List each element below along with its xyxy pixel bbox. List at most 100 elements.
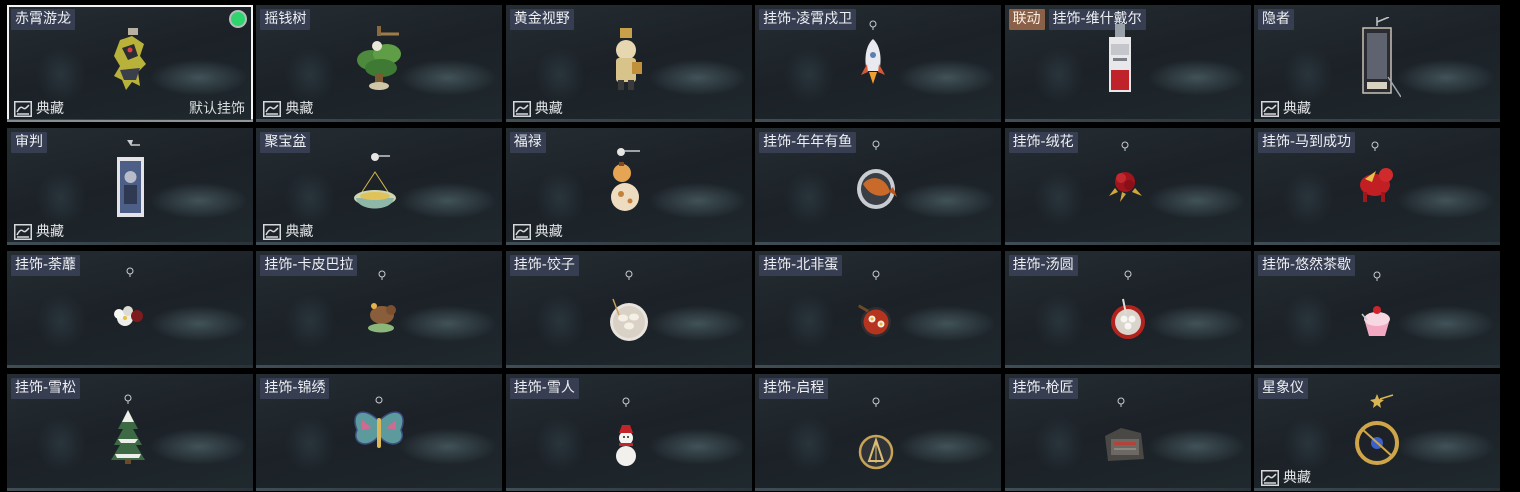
collection-label: 典藏 (285, 224, 314, 240)
collab-badge: 联动 (1008, 9, 1045, 30)
collection-badge: 典藏 (14, 224, 64, 240)
charm-name-label: 星象仪 (1257, 378, 1308, 399)
card-title-row: 挂饰-凌霄戍卫 (759, 9, 857, 30)
collection-icon (14, 224, 32, 240)
charm-card[interactable]: 挂饰-凌霄戍卫 (755, 5, 1002, 122)
card-title-row: 摇钱树 (260, 9, 311, 30)
red-horse-charm-icon (1350, 140, 1404, 224)
charm-card[interactable]: 隐者典藏 (1253, 5, 1500, 122)
charm-name-label: 挂饰-荼蘼 (11, 255, 81, 276)
charm-name-label: 挂饰-枪匠 (1008, 378, 1078, 399)
gourd-charm-icon (604, 145, 654, 225)
card-title-row: 隐者 (1257, 9, 1294, 30)
charm-card[interactable]: 审判典藏 (7, 128, 253, 245)
collection-label: 典藏 (1282, 470, 1311, 486)
charm-card[interactable]: 挂饰-年年有鱼 (755, 128, 1002, 245)
charm-card[interactable]: 挂饰-饺子 (505, 251, 752, 368)
charm-name-label: 挂饰-悠然茶歇 (1257, 255, 1356, 276)
capybara-charm-icon (357, 269, 407, 353)
charm-name-label: 挂饰-雪人 (509, 378, 579, 399)
charm-card[interactable]: 挂饰-绒花 (1004, 128, 1251, 245)
charm-name-label: 摇钱树 (260, 9, 311, 30)
butterfly-charm-icon (347, 395, 411, 475)
charm-name-label: 挂饰-绒花 (1008, 132, 1078, 153)
collection-badge: 典藏 (1260, 470, 1311, 486)
charm-card[interactable]: 星象仪典藏 (1253, 374, 1500, 491)
charm-card[interactable]: 挂饰-卡皮巴拉 (256, 251, 503, 368)
collection-icon (512, 101, 531, 117)
default-charm-label: 默认挂饰 (189, 101, 245, 117)
charm-name-label: 挂饰-启程 (759, 378, 829, 399)
charm-card[interactable]: 挂饰-锦绣 (256, 374, 503, 491)
collection-icon (14, 101, 32, 117)
charm-name-label: 挂饰-年年有鱼 (759, 132, 857, 153)
collection-badge: 典藏 (263, 101, 313, 117)
charm-card[interactable]: 联动 挂饰-维什戴尔 (1004, 5, 1251, 122)
collection-badge: 典藏 (263, 224, 313, 240)
card-title-row: 挂饰-饺子 (509, 255, 579, 276)
charm-name-label: 挂饰-凌霄戍卫 (759, 9, 857, 30)
collection-badge: 典藏 (14, 101, 64, 117)
card-title-row: 挂饰-雪人 (509, 378, 579, 399)
collection-icon (1260, 101, 1279, 117)
charm-name-label: 挂饰-马到成功 (1257, 132, 1356, 153)
compass-medal-charm-icon (851, 396, 901, 480)
card-title-row: 挂饰-绒花 (1008, 132, 1078, 153)
charm-card[interactable]: 聚宝盆典藏 (256, 128, 503, 245)
charm-card[interactable]: 摇钱树 典藏 (256, 5, 503, 122)
collection-badge: 典藏 (512, 224, 563, 240)
collection-label: 典藏 (534, 101, 563, 117)
card-title-row: 挂饰-锦绣 (260, 378, 330, 399)
collection-badge: 典藏 (512, 101, 563, 117)
treasure-bowl-icon (350, 150, 404, 226)
charm-card[interactable]: 挂饰-悠然茶歇 (1253, 251, 1500, 368)
collection-icon (1260, 470, 1279, 486)
charm-grid: 赤霄游龙 典藏 默认挂饰 摇钱树 典藏 黄金视野 典藏 挂饰-凌霄戍卫 联动 挂饰-维什戴尔 隐者典… (7, 5, 1500, 491)
card-title-row: 挂饰-悠然茶歇 (1257, 255, 1356, 276)
judgment-tarot-card-icon (110, 139, 150, 223)
charm-card[interactable]: 挂饰-枪匠 (1004, 374, 1251, 491)
charm-card[interactable]: 挂饰-北非蛋 (755, 251, 1002, 368)
collection-label: 典藏 (36, 101, 64, 117)
card-title-row: 挂饰-北非蛋 (759, 255, 843, 276)
charm-name-label: 审判 (11, 132, 47, 153)
charm-name-label: 挂饰-卡皮巴拉 (260, 255, 358, 276)
card-title-row: 黄金视野 (509, 9, 574, 30)
snowy-pine-charm-icon (103, 393, 153, 477)
collection-icon (263, 101, 282, 117)
equipped-indicator-icon (231, 12, 245, 26)
collection-label: 典藏 (36, 224, 64, 240)
fish-plate-charm-icon (851, 139, 901, 223)
collection-icon (263, 224, 282, 240)
charm-name-label: 挂饰-雪松 (11, 378, 81, 399)
charm-card[interactable]: 福禄 典藏 (505, 128, 752, 245)
charm-name-label: 福禄 (509, 132, 546, 153)
rocket-charm-icon (848, 19, 898, 99)
charm-card[interactable]: 挂饰-荼蘼 (7, 251, 253, 368)
tangyuan-bowl-charm-icon (1103, 269, 1153, 353)
collection-icon (512, 224, 531, 240)
charm-card[interactable]: 黄金视野典藏 (505, 5, 752, 122)
dumpling-plate-charm-icon (604, 269, 654, 353)
card-title-row: 挂饰-启程 (759, 378, 829, 399)
shakshuka-pan-charm-icon (851, 269, 901, 353)
charm-card[interactable]: 挂饰-雪人 (505, 374, 752, 491)
charm-card[interactable]: 赤霄游龙典藏 默认挂饰 (7, 5, 253, 122)
charm-name-label: 挂饰-锦绣 (260, 378, 330, 399)
charm-card[interactable]: 挂饰-汤圆 (1004, 251, 1251, 368)
collection-label: 典藏 (1282, 101, 1311, 117)
card-title-row: 赤霄游龙 (11, 9, 75, 30)
charm-card[interactable]: 挂饰-马到成功 (1253, 128, 1500, 245)
charm-name-label: 挂饰-汤圆 (1008, 255, 1078, 276)
charm-card[interactable]: 挂饰-雪松 (7, 374, 253, 491)
velvet-flower-charm-icon (1100, 140, 1150, 224)
golden-figure-icon (604, 26, 648, 98)
card-title-row: 星象仪 (1257, 378, 1308, 399)
charm-card[interactable]: 挂饰-启程 (755, 374, 1002, 491)
card-title-row: 聚宝盆 (260, 132, 311, 153)
card-title-row: 挂饰-年年有鱼 (759, 132, 857, 153)
card-title-row: 挂饰-马到成功 (1257, 132, 1356, 153)
dragon-figure-icon (100, 26, 160, 98)
snowman-charm-icon (601, 396, 651, 480)
charm-name-label: 聚宝盆 (260, 132, 311, 153)
